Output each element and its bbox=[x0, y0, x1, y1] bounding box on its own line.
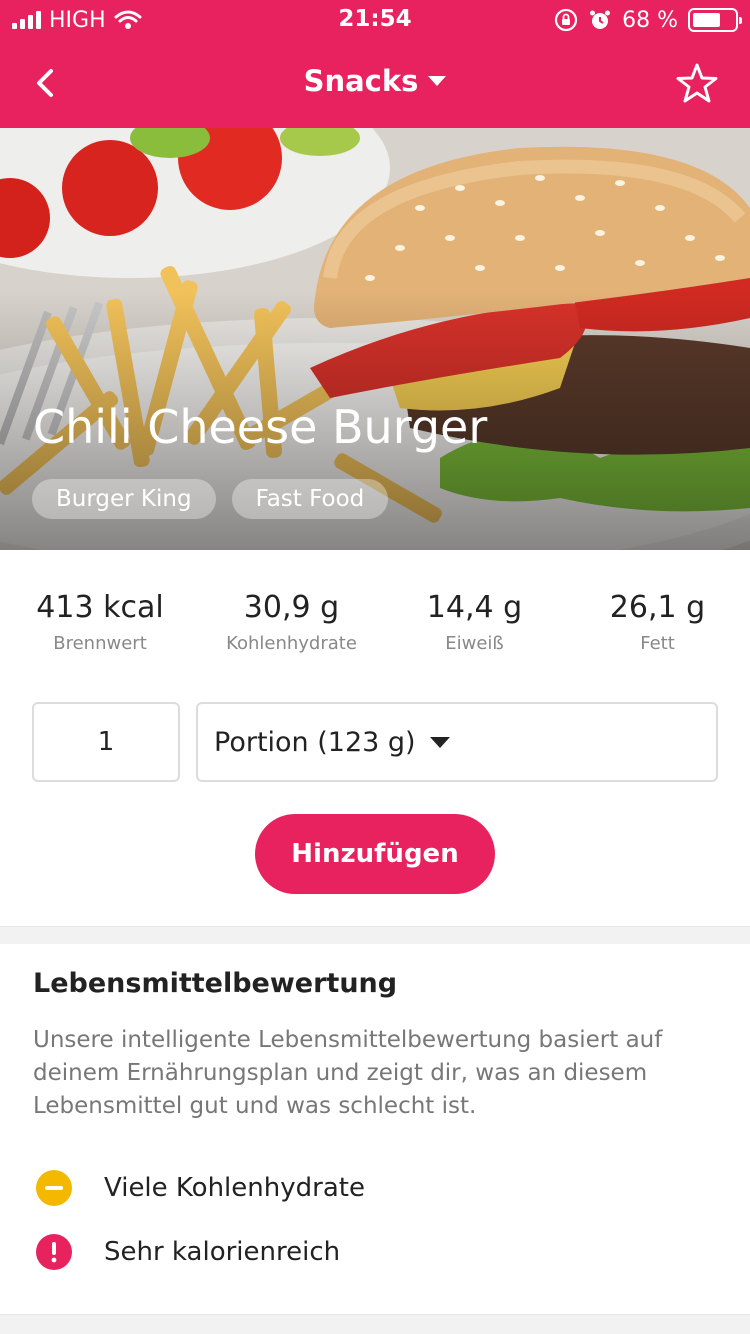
battery-icon bbox=[688, 8, 742, 32]
nutrient-carbs: 30,9 g Kohlenhydrate bbox=[200, 590, 383, 670]
caret-down-icon bbox=[428, 76, 447, 86]
nutrient-value: 26,1 g bbox=[609, 590, 706, 625]
portion-unit-value: Portion (123 g) bbox=[214, 726, 416, 758]
nav-title: Snacks bbox=[303, 64, 419, 98]
portion-unit-select[interactable]: Portion (123 g) bbox=[196, 702, 718, 782]
nutrition-summary: 413 kcal Brennwert 30,9 g Kohlenhydrate … bbox=[0, 590, 750, 670]
food-title: Chili Cheese Burger bbox=[33, 400, 488, 454]
nutrient-protein: 14,4 g Eiweiß bbox=[383, 590, 566, 670]
rating-item-label: Viele Kohlenhydrate bbox=[104, 1173, 365, 1203]
nutrient-fat: 26,1 g Fett bbox=[566, 590, 749, 670]
nutrient-value: 14,4 g bbox=[426, 590, 523, 625]
rating-description: Unsere intelligente Lebensmittelbewertun… bbox=[33, 1027, 663, 1119]
add-button[interactable]: Hinzufügen bbox=[255, 814, 495, 894]
nutrient-label: Fett bbox=[640, 633, 675, 654]
nutrient-energy: 413 kcal Brennwert bbox=[0, 590, 200, 670]
minus-circle-icon bbox=[36, 1170, 72, 1206]
nutrient-value: 30,9 g bbox=[243, 590, 340, 625]
battery-fill bbox=[693, 13, 721, 27]
section-divider bbox=[0, 926, 750, 944]
rating-item-calories: Sehr kalorienreich bbox=[36, 1232, 340, 1272]
tag-category[interactable]: Fast Food bbox=[231, 479, 389, 519]
food-hero: Chili Cheese Burger Burger King Fast Foo… bbox=[0, 128, 750, 550]
orientation-lock-icon bbox=[554, 8, 578, 32]
caret-down-icon bbox=[429, 736, 450, 748]
battery-percent: 68 % bbox=[622, 7, 678, 33]
nav-bar: Snacks bbox=[0, 40, 750, 128]
tag-list: Burger King Fast Food bbox=[32, 479, 389, 519]
section-divider-bottom bbox=[0, 1314, 750, 1334]
nutrient-value: 413 kcal bbox=[36, 590, 164, 625]
status-right: 68 % bbox=[554, 6, 742, 34]
rating-title: Lebensmittelbewertung bbox=[33, 968, 398, 999]
exclamation-circle-icon bbox=[36, 1234, 72, 1270]
nutrient-label: Eiweiß bbox=[445, 633, 504, 654]
star-outline-icon bbox=[676, 63, 718, 103]
nutrient-label: Brennwert bbox=[53, 633, 147, 654]
tag-brand[interactable]: Burger King bbox=[32, 479, 216, 519]
rating-item-carbs: Viele Kohlenhydrate bbox=[36, 1168, 365, 1208]
meal-selector[interactable]: Snacks bbox=[0, 64, 750, 98]
quantity-input[interactable]: 1 bbox=[32, 702, 180, 782]
nutrient-label: Kohlenhydrate bbox=[226, 633, 357, 654]
alarm-icon bbox=[590, 10, 611, 29]
rating-item-label: Sehr kalorienreich bbox=[104, 1237, 341, 1267]
favorite-button[interactable] bbox=[672, 58, 722, 108]
status-bar: HIGH 21:54 68 % bbox=[0, 0, 750, 40]
